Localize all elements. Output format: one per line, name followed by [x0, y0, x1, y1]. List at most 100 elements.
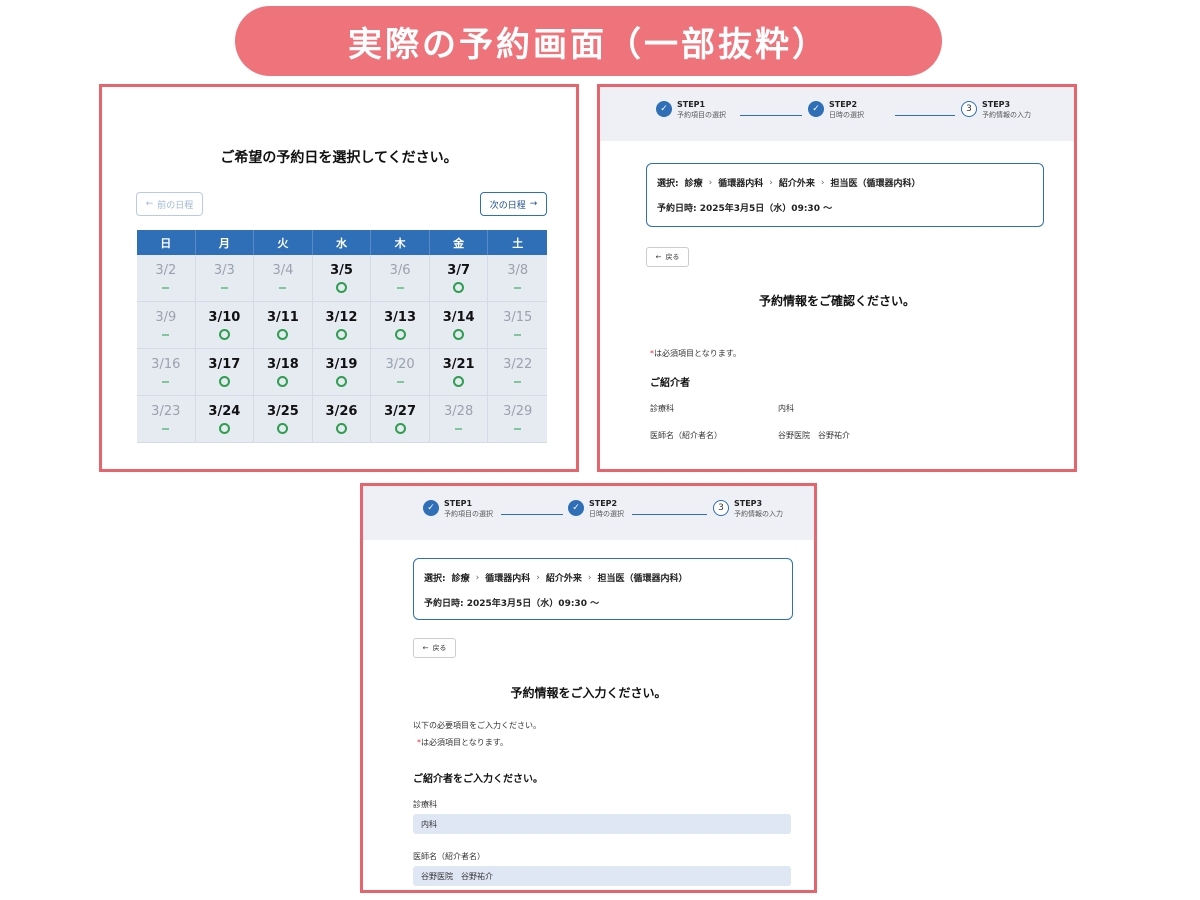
available-circle-icon [394, 329, 406, 340]
step-number-icon: 3 [713, 500, 729, 516]
calendar-day-date: 3/12 [325, 309, 358, 325]
step-2-label: STEP2 [829, 100, 858, 109]
calendar-day[interactable]: 3/21 [429, 349, 489, 396]
calendar-day-date: 3/8 [507, 262, 529, 278]
unavailable-dash-icon [514, 380, 522, 383]
calendar-day[interactable]: 3/13 [371, 302, 430, 349]
calendar-day: 3/4 [254, 255, 313, 302]
calendar-day[interactable]: 3/27 [371, 396, 430, 443]
calendar-day-date: 3/11 [266, 309, 299, 325]
calendar-day[interactable]: 3/25 [254, 396, 313, 443]
calendar-day[interactable]: 3/10 [195, 302, 255, 349]
calendar-day[interactable]: 3/14 [429, 302, 489, 349]
availability-mark [514, 282, 522, 294]
step-3-sub: 予約情報の入力 [734, 510, 783, 518]
back-button[interactable]: ← 戻る [413, 638, 456, 658]
availability-mark [514, 376, 522, 388]
chevron-right-icon: › [475, 572, 480, 583]
referrer-input-title: ご紹介者をご入力ください。 [413, 774, 543, 785]
dept-field[interactable]: 内科 [413, 814, 791, 834]
calendar-days: 3/2 3/3 3/4 3/5 3/6 3/7 3/8 3/9 3/10 3/11 3/12 3/13… [137, 255, 547, 443]
calendar-day[interactable]: 3/12 [312, 302, 372, 349]
step-number-icon: 3 [961, 101, 977, 117]
prev-schedule-button[interactable]: ← 前の日程 [136, 192, 203, 216]
availability-mark [279, 282, 287, 294]
selection-item: 担当医（循環器内科） [597, 574, 688, 584]
availability-mark [277, 329, 289, 341]
step-1-sub: 予約項目の選択 [677, 111, 726, 119]
availability-mark [335, 282, 347, 294]
calendar-day-date: 3/26 [325, 403, 358, 419]
calendar-day[interactable]: 3/24 [195, 396, 255, 443]
calendar-day-date: 3/19 [325, 356, 358, 372]
availability-mark [162, 282, 170, 294]
calendar-day-date: 3/25 [266, 403, 299, 419]
calendar-day-date: 3/13 [384, 309, 416, 325]
calendar-day: 3/15 [488, 302, 547, 349]
required-note: *は必須項目となります。 [650, 348, 741, 359]
available-circle-icon [394, 423, 406, 434]
calendar-day[interactable]: 3/19 [312, 349, 372, 396]
weekday-sun: 日 [137, 230, 196, 255]
calendar-day[interactable]: 3/7 [429, 255, 489, 302]
availability-mark [453, 329, 465, 341]
calendar-day[interactable]: 3/5 [312, 255, 372, 302]
calendar-day: 3/6 [371, 255, 430, 302]
doctor-field[interactable]: 谷野医院 谷野祐介 [413, 866, 791, 886]
calendar-day[interactable]: 3/11 [254, 302, 313, 349]
doctor-value: 谷野医院 谷野祐介 [778, 431, 850, 440]
step-1-label: STEP1 [677, 100, 706, 109]
next-schedule-label: 次の日程 [489, 200, 526, 211]
calendar-weekday-header: 日 月 火 水 木 金 土 [137, 230, 547, 255]
calendar-day-date: 3/7 [447, 262, 471, 278]
selection-datetime: 予約日時: 2025年3月5日（水）09:30 ～ [424, 599, 600, 609]
availability-mark [162, 329, 170, 341]
input-panel: ✓ STEP1 予約項目の選択 ✓ STEP2 日時の選択 3 STEP3 予約… [360, 483, 817, 893]
step-2-sub: 日時の選択 [589, 510, 624, 518]
availability-mark [218, 376, 230, 388]
arrow-left-icon: ← [145, 199, 154, 209]
available-circle-icon [335, 376, 347, 387]
availability-mark [394, 329, 406, 341]
calendar-day-date: 3/20 [385, 356, 415, 372]
calendar-day-date: 3/21 [442, 356, 475, 372]
chevron-right-icon: › [820, 177, 825, 188]
calendar-day-date: 3/24 [208, 403, 241, 419]
calendar-day[interactable]: 3/17 [195, 349, 255, 396]
selection-datetime: 予約日時: 2025年3月5日（水）09:30 ～ [657, 204, 833, 214]
availability-mark [335, 376, 347, 388]
calendar-day-date: 3/15 [503, 309, 533, 325]
back-button[interactable]: ← 戻る [646, 247, 689, 267]
dept-value: 内科 [778, 404, 794, 413]
availability-mark [218, 329, 230, 341]
selection-item: 診療 [684, 179, 703, 189]
calendar-title: ご希望の予約日を選択してください。 [220, 150, 458, 166]
calendar-panel: ご希望の予約日を選択してください。 ← 前の日程 次の日程 → 日 月 火 水 … [99, 84, 579, 472]
next-schedule-button[interactable]: 次の日程 → [480, 192, 547, 216]
unavailable-dash-icon [514, 427, 522, 430]
availability-mark [455, 423, 463, 435]
available-circle-icon [277, 423, 289, 434]
calendar-day-date: 3/3 [213, 262, 235, 278]
unavailable-dash-icon [514, 333, 522, 336]
available-circle-icon [277, 376, 289, 387]
calendar-day-date: 3/14 [442, 309, 475, 325]
step-2: ✓ STEP2 日時の選択 [808, 99, 864, 120]
step-connector [632, 514, 707, 515]
calendar-day-date: 3/5 [330, 262, 353, 278]
calendar-day[interactable]: 3/18 [254, 349, 313, 396]
step-3: 3 STEP3 予約情報の入力 [713, 498, 783, 519]
selection-prefix: 選択: [424, 574, 446, 584]
selection-item: 循環器内科 [485, 574, 531, 584]
step-2-label: STEP2 [589, 499, 618, 508]
calendar-day: 3/16 [137, 349, 196, 396]
calendar-day-date: 3/9 [155, 309, 177, 325]
weekday-thu: 木 [371, 230, 430, 255]
calendar-day[interactable]: 3/26 [312, 396, 372, 443]
back-label: 戻る [432, 644, 447, 652]
weekday-tue: 火 [254, 230, 313, 255]
selection-path: 選択: 診療 › 循環器内科 › 紹介外来 › 担当医（循環器内科） [424, 571, 782, 585]
calendar-day-date: 3/27 [384, 403, 416, 419]
available-circle-icon [335, 423, 347, 434]
availability-mark [162, 376, 170, 388]
